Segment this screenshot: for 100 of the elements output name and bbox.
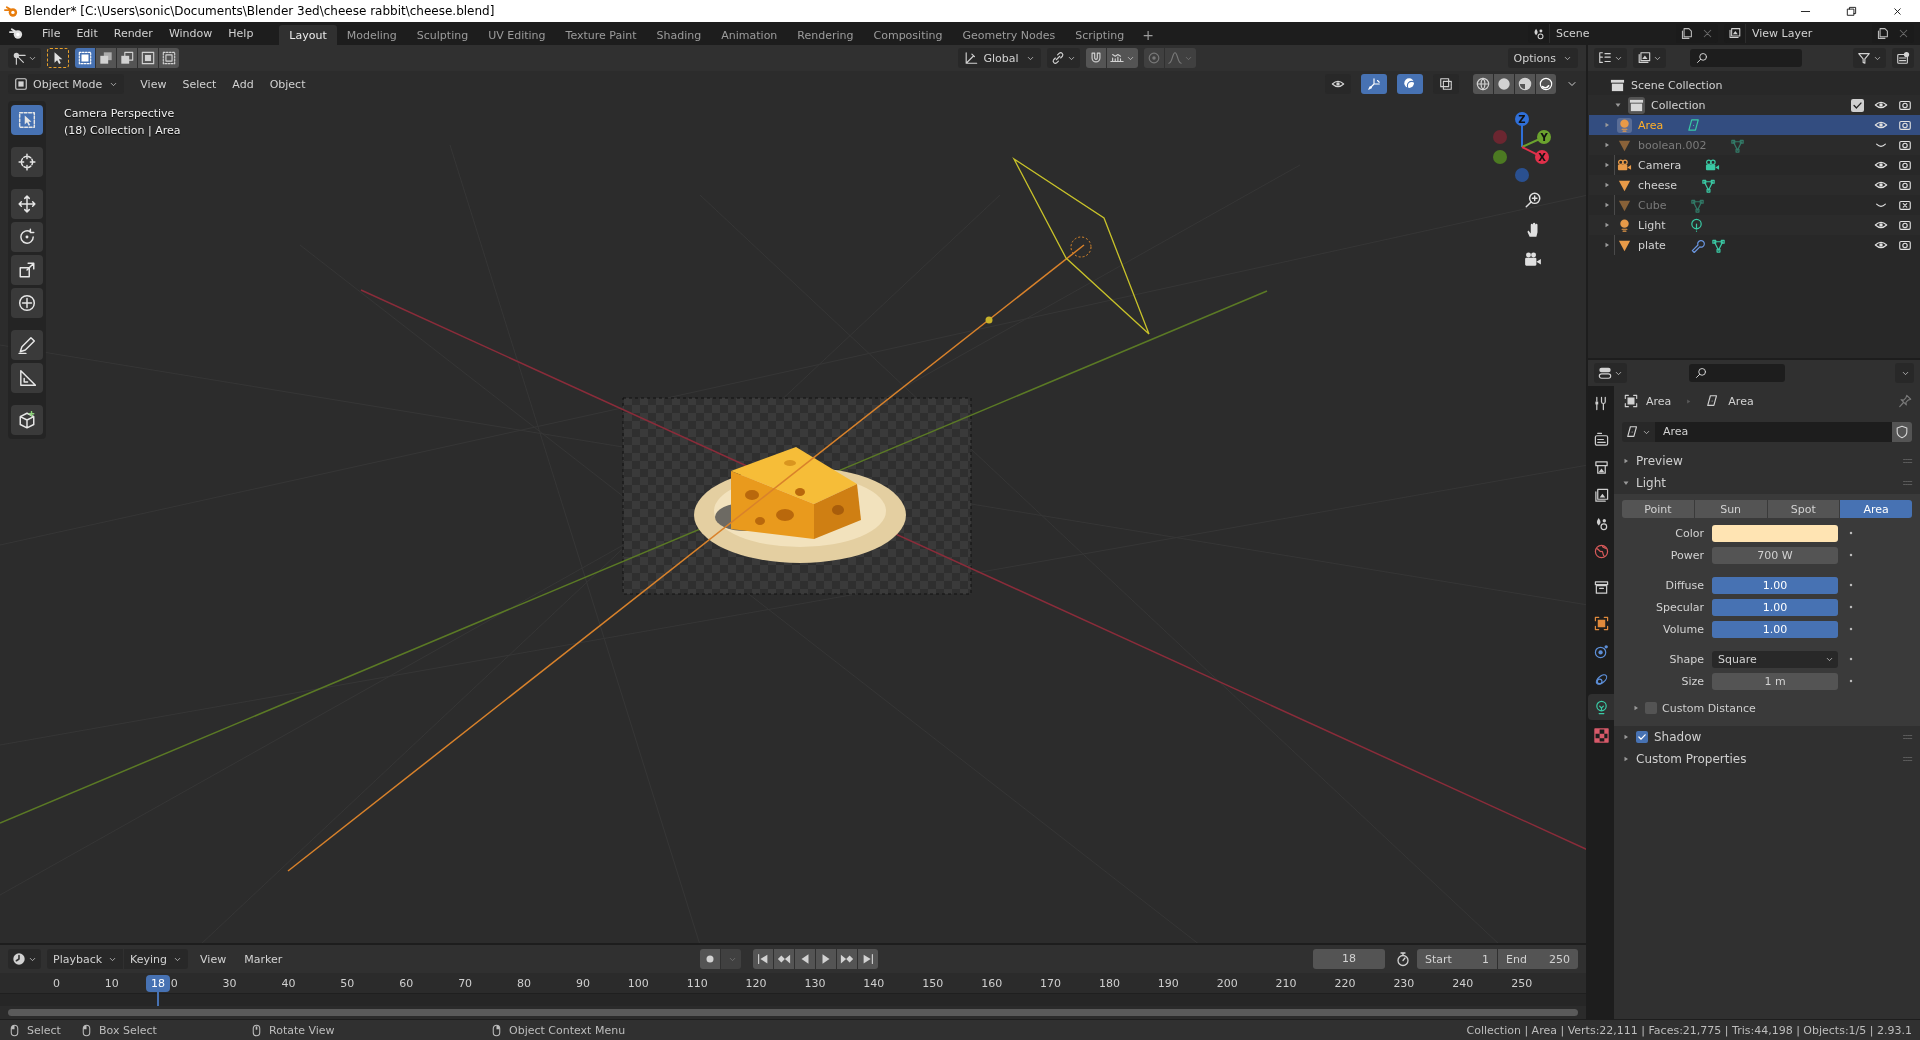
end-frame-field[interactable]: End 250 bbox=[1498, 949, 1578, 969]
light-type-tab[interactable]: Spot bbox=[1767, 500, 1840, 518]
number-field[interactable]: 1 m bbox=[1712, 672, 1838, 690]
menu-item[interactable]: File bbox=[34, 23, 69, 44]
frame-number: 80 bbox=[517, 976, 531, 990]
frame-number: 140 bbox=[863, 976, 885, 990]
start-frame-field[interactable]: Start 1 bbox=[1417, 949, 1497, 969]
viewport-info-text: (18) Collection | Area bbox=[64, 123, 181, 139]
status-hint: Select bbox=[27, 1023, 61, 1037]
object-name: Area bbox=[1638, 118, 1664, 132]
status-hint: Object Context Menu bbox=[509, 1023, 626, 1037]
current-frame-field[interactable]: 18 bbox=[1313, 949, 1385, 969]
object-name: Light bbox=[1638, 218, 1666, 232]
frame-number: 160 bbox=[981, 976, 1003, 990]
add-workspace-button[interactable]: + bbox=[1134, 25, 1162, 45]
menu-item[interactable]: Help bbox=[220, 23, 262, 44]
panel-title: Preview bbox=[1636, 454, 1683, 468]
frame-number: 10 bbox=[104, 976, 119, 990]
field-label: Power bbox=[1669, 548, 1704, 562]
start-value: 1 bbox=[1482, 952, 1489, 966]
object-name: boolean.002 bbox=[1638, 138, 1707, 152]
frame-number: 150 bbox=[922, 976, 944, 990]
workspace-tab[interactable]: Texture Paint bbox=[555, 25, 647, 45]
scene-collection-label: Scene Collection bbox=[1631, 78, 1723, 92]
light-type-tab[interactable]: Area bbox=[1840, 500, 1912, 518]
frame-number: 130 bbox=[804, 976, 826, 990]
frame-number: 190 bbox=[1157, 976, 1179, 990]
outliner-row[interactable]: Camera bbox=[1589, 155, 1920, 175]
timeline-menu[interactable]: View bbox=[194, 949, 233, 969]
frame-number: 250 bbox=[1511, 976, 1533, 990]
object-name: cheese bbox=[1638, 178, 1678, 192]
frame-number: 170 bbox=[1040, 976, 1062, 990]
mode-dropdown[interactable]: Object Mode bbox=[8, 74, 125, 94]
timeline-menu[interactable]: Marker bbox=[238, 949, 289, 969]
object-name: Camera bbox=[1638, 158, 1682, 172]
frame-number: 240 bbox=[1452, 976, 1474, 990]
number-field[interactable]: 700 W bbox=[1712, 546, 1838, 564]
viewport-menu[interactable]: Select bbox=[176, 74, 223, 94]
slider-field[interactable]: 1.00 bbox=[1712, 598, 1838, 616]
workspace-tab[interactable]: Modeling bbox=[336, 25, 407, 45]
object-name: plate bbox=[1638, 238, 1666, 252]
workspace-tab[interactable]: Animation bbox=[711, 25, 788, 45]
workspace-tab[interactable]: Layout bbox=[279, 25, 337, 45]
slider-field[interactable]: 1.00 bbox=[1712, 620, 1838, 638]
axis-label: X bbox=[1538, 151, 1546, 163]
workspace-tab[interactable]: Sculpting bbox=[406, 25, 479, 45]
collection-label[interactable]: Collection bbox=[1651, 98, 1706, 112]
workspace-tab[interactable]: Compositing bbox=[863, 25, 953, 45]
panel-title: Light bbox=[1636, 476, 1666, 490]
frame-number: 100 bbox=[627, 976, 649, 990]
frame-number: 90 bbox=[575, 976, 590, 990]
outliner-row[interactable]: Cube bbox=[1589, 195, 1920, 215]
breadcrumb-item: Area bbox=[1728, 394, 1754, 408]
workspace-tab[interactable]: Geometry Nodes bbox=[952, 25, 1066, 45]
end-label: End bbox=[1506, 952, 1527, 966]
light-type-tab[interactable]: Point bbox=[1622, 500, 1694, 518]
workspace-tab[interactable]: Scripting bbox=[1065, 25, 1135, 45]
field-label: Shape bbox=[1668, 652, 1704, 666]
viewport-menu[interactable]: Add bbox=[226, 74, 260, 94]
field-label: Diffuse bbox=[1664, 578, 1704, 592]
datablock-name-field[interactable]: Area bbox=[1655, 422, 1892, 442]
orientation-dropdown[interactable]: Global bbox=[958, 48, 1041, 68]
playhead[interactable]: 18 bbox=[146, 975, 170, 992]
start-label: Start bbox=[1425, 952, 1452, 966]
workspace-tab[interactable]: Rendering bbox=[787, 25, 864, 45]
status-hint: Rotate View bbox=[269, 1023, 335, 1037]
options-dropdown[interactable]: Options bbox=[1507, 48, 1578, 68]
timeline-menu[interactable]: Playback bbox=[47, 949, 124, 969]
viewport-info-text: Camera Perspective bbox=[64, 106, 176, 122]
shape-dropdown[interactable]: Square bbox=[1712, 650, 1838, 668]
viewport-menu[interactable]: Object bbox=[263, 74, 312, 94]
frame-number: 110 bbox=[686, 976, 708, 990]
viewport-menu[interactable]: View bbox=[134, 74, 173, 94]
frame-number: 230 bbox=[1393, 976, 1415, 990]
menu-item[interactable]: Edit bbox=[68, 23, 106, 44]
frame-number: 200 bbox=[1216, 976, 1238, 990]
frame-number: 210 bbox=[1275, 976, 1297, 990]
scene-statistics: Collection | Area | Verts:22,111 | Faces:21,775 | Tris:44,198 | Objects:1/5 | 2.93.1 bbox=[1466, 1023, 1912, 1037]
light-type-tab[interactable]: Sun bbox=[1694, 500, 1767, 518]
object-name: Cube bbox=[1638, 198, 1667, 212]
window-title: Blender* [C:\Users\sonic\Documents\Blender 3ed\cheese rabbit\cheese.blend] bbox=[24, 4, 495, 18]
timeline-menu[interactable]: Keying bbox=[124, 949, 189, 969]
panel-title: Custom Properties bbox=[1636, 752, 1747, 766]
workspace-tab[interactable]: UV Editing bbox=[478, 25, 556, 45]
workspace-tab[interactable]: Shading bbox=[646, 25, 712, 45]
menu-item[interactable]: Render bbox=[105, 23, 161, 44]
axis-label: Z bbox=[1518, 113, 1526, 125]
outliner-row[interactable]: Area bbox=[1589, 115, 1920, 135]
field-label: Specular bbox=[1654, 600, 1704, 614]
panel-title: Shadow bbox=[1654, 730, 1702, 744]
frame-number: 30 bbox=[222, 976, 237, 990]
frame-number: 40 bbox=[281, 976, 296, 990]
frame-number: 60 bbox=[399, 976, 414, 990]
end-value: 250 bbox=[1549, 952, 1570, 966]
outliner-row[interactable]: plate bbox=[1589, 235, 1920, 255]
frame-number: 70 bbox=[458, 976, 473, 990]
field-label: Color bbox=[1674, 526, 1704, 540]
menu-item[interactable]: Window bbox=[160, 23, 221, 44]
slider-field[interactable]: 1.00 bbox=[1712, 576, 1838, 594]
status-hint: Box Select bbox=[99, 1023, 157, 1037]
